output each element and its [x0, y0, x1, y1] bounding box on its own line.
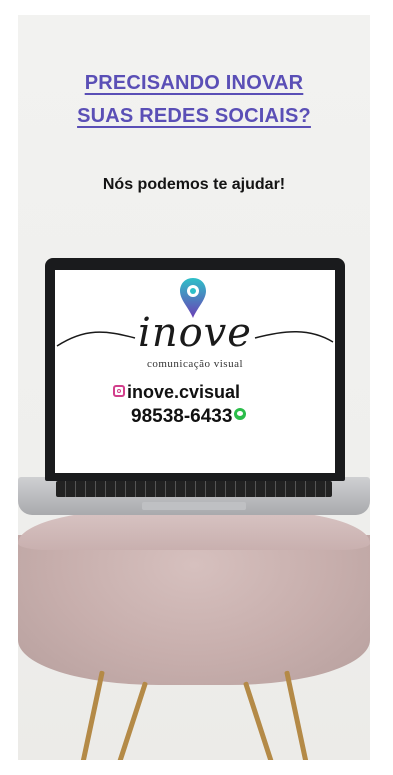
instagram-handle-row: inove.cvisual — [113, 382, 240, 403]
whatsapp-icon — [234, 408, 247, 420]
stool-cushion — [18, 535, 370, 685]
stool-leg — [80, 670, 105, 760]
laptop-screen: inove comunicação visual inove.cvisual 9… — [45, 258, 345, 481]
stool-leg — [284, 670, 309, 760]
stool-top — [18, 510, 370, 550]
headline: PRECISANDO INOVAR SUAS REDES SOCIAIS? — [18, 68, 370, 134]
logo-wordmark: inove — [138, 310, 252, 356]
headline-line-1: PRECISANDO INOVAR — [84, 72, 304, 94]
headline-line-2: SUAS REDES SOCIAIS? — [77, 105, 311, 127]
instagram-handle: inove.cvisual — [127, 382, 241, 402]
laptop-trackpad — [142, 502, 246, 510]
logo-tagline: comunicação visual — [146, 358, 244, 370]
stool-leg — [116, 681, 149, 760]
promo-image: PRECISANDO INOVAR SUAS REDES SOCIAIS? Nó… — [18, 15, 370, 760]
phone-row: 98538-6433 — [131, 406, 247, 428]
phone-number: 98538-6433 — [131, 406, 233, 427]
stool-leg — [242, 681, 275, 760]
instagram-icon — [113, 385, 125, 397]
laptop-keyboard — [56, 481, 332, 497]
subline: Nós podemos te ajudar! — [102, 176, 286, 193]
laptop-display: inove comunicação visual inove.cvisual 9… — [55, 270, 335, 473]
